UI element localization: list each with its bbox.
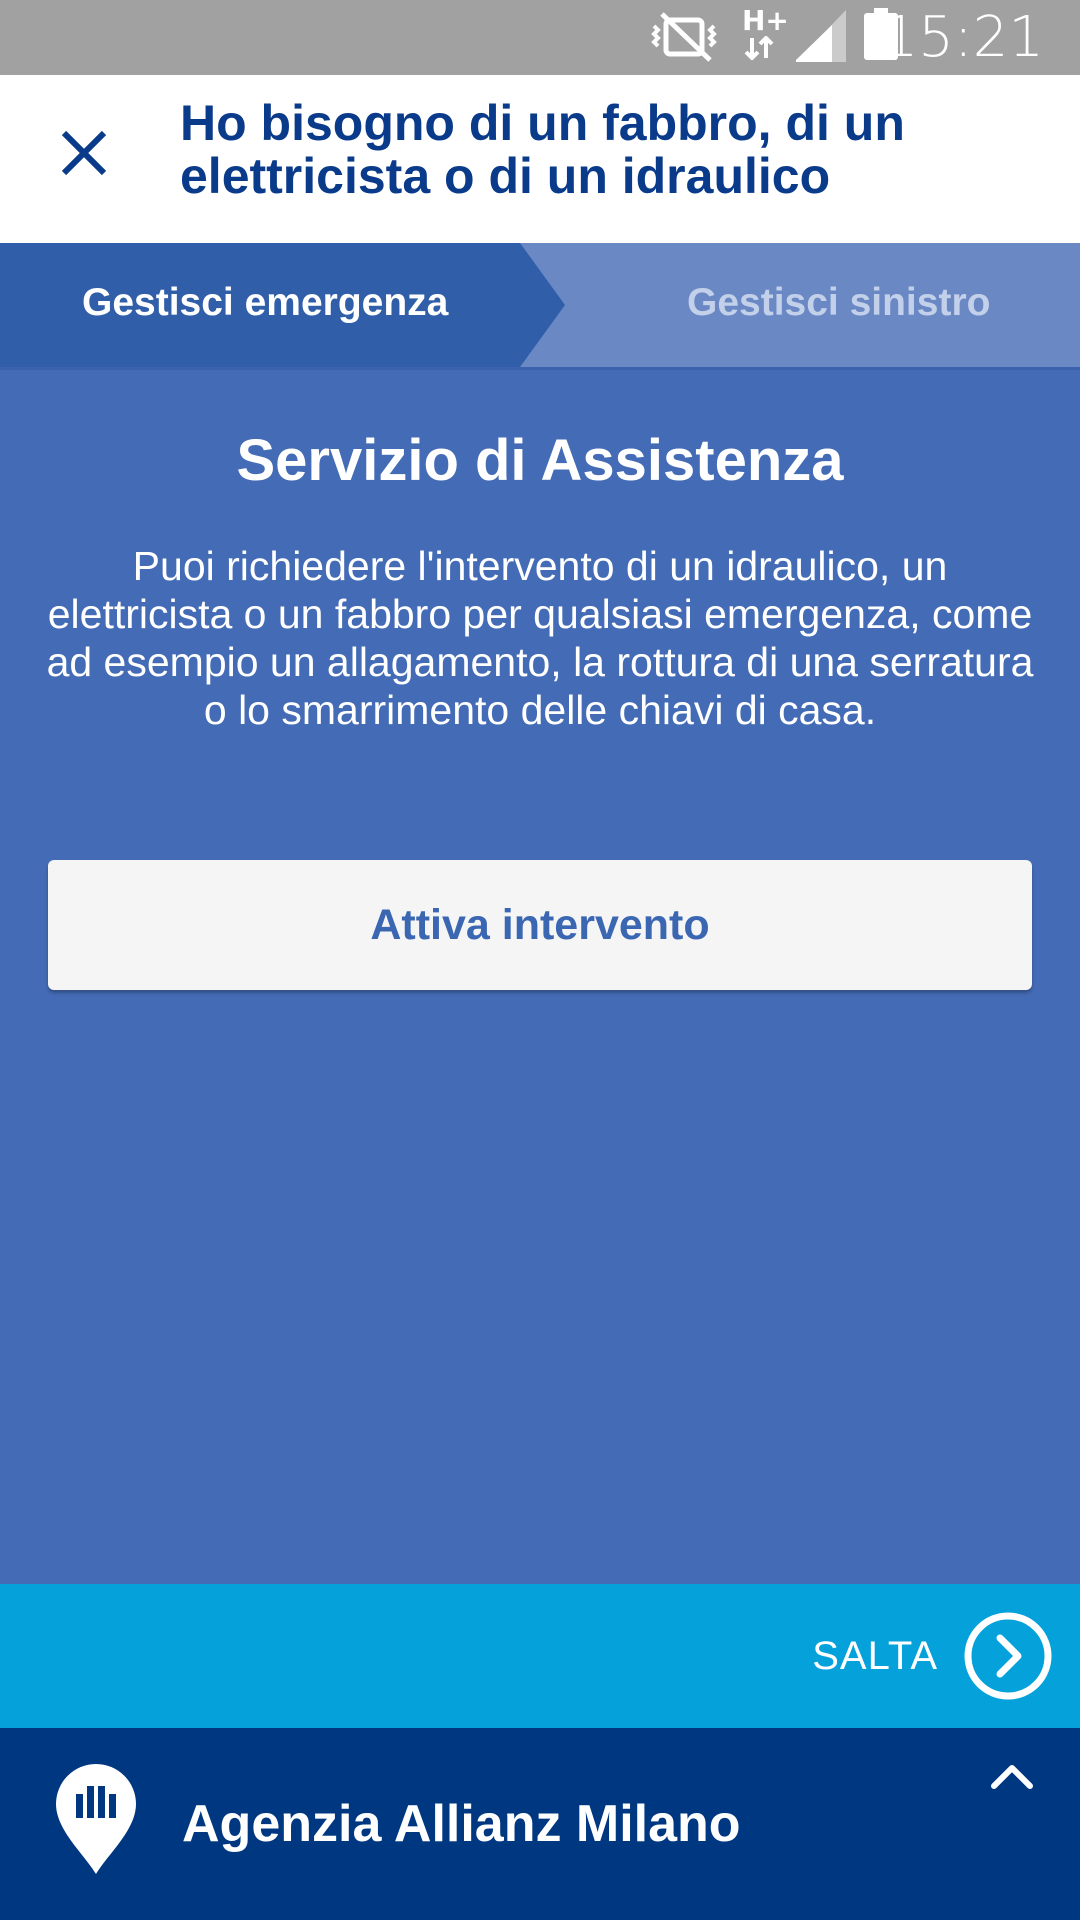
chevron-right-circle-icon[interactable] [962,1610,1054,1702]
skip-bar[interactable]: SALTA [0,1584,1080,1728]
status-time: 15:21 [882,5,1044,70]
agency-bar[interactable]: Agenzia Allianz Milano [0,1728,1080,1920]
mute-vibrate-icon [648,10,722,69]
signal-icon [796,10,846,67]
skip-label[interactable]: SALTA [812,1634,938,1679]
main-content: Servizio di Assistenza Puoi richiedere l… [0,367,1080,1584]
location-pin-icon [54,1764,138,1876]
close-icon[interactable] [48,117,120,189]
section-title: Servizio di Assistenza [236,428,844,493]
app-header: Ho bisogno di un fabbro, di un elettrici… [0,75,1080,243]
status-bar: H+ 15:21 [0,0,1080,75]
chevron-up-icon[interactable] [988,1762,1036,1792]
step-gestisci-sinistro: Gestisci sinistro [687,281,991,324]
attiva-intervento-button[interactable]: Attiva intervento [48,860,1032,990]
step-gestisci-emergenza: Gestisci emergenza [82,281,449,324]
page-title: Ho bisogno di un fabbro, di un elettrici… [180,95,905,204]
section-description: Puoi richiedere l'intervento di un idrau… [46,543,1034,733]
step-indicator: Gestisci emergenza Gestisci sinistro [0,243,1080,370]
network-hplus-icon: H+ [742,6,789,65]
agency-name[interactable]: Agenzia Allianz Milano [182,1794,741,1854]
